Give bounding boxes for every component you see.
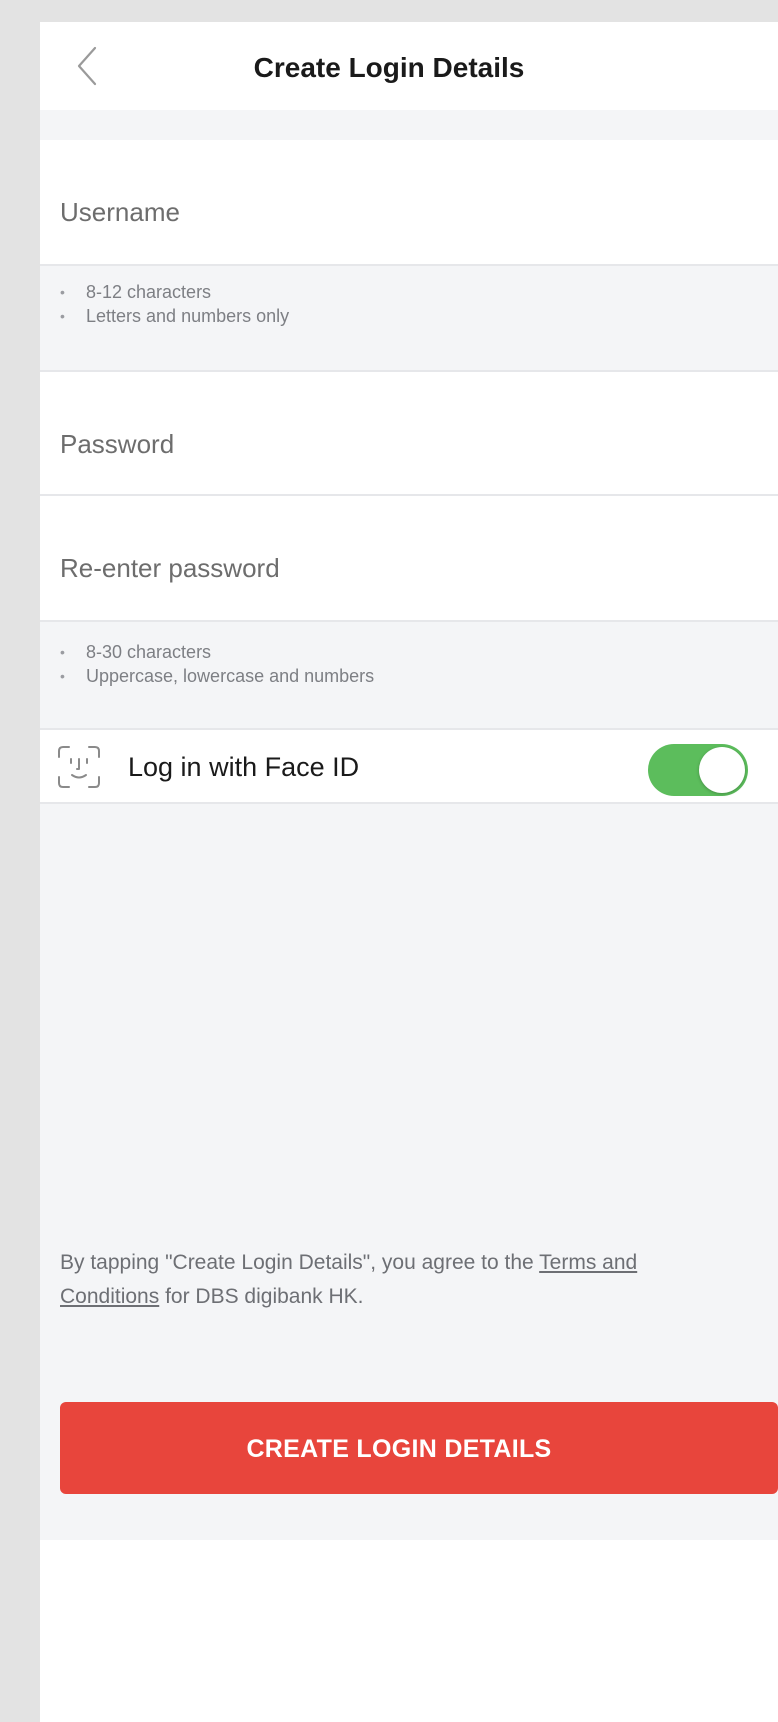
face-id-toggle[interactable] — [648, 744, 748, 796]
hint-text: Letters and numbers only — [86, 306, 290, 326]
bullet-icon: • — [60, 668, 65, 684]
create-login-details-button[interactable]: CREATE LOGIN DETAILS — [60, 1402, 778, 1494]
hint-item: • Uppercase, lowercase and numbers — [60, 664, 740, 688]
page-title: Create Login Details — [253, 52, 525, 83]
hint-text: 8-30 characters — [86, 642, 212, 662]
face-id-label: Log in with Face ID — [128, 752, 360, 782]
app-screen: Create Login Details • 8-12 characters •… — [40, 22, 778, 1722]
password-field-row — [40, 370, 778, 496]
face-id-icon — [58, 746, 100, 788]
toggle-knob — [699, 747, 745, 793]
username-hints: • 8-12 characters • Letters and numbers … — [60, 280, 740, 328]
bottom-bar — [40, 1540, 778, 1722]
reenter-password-field-row — [40, 496, 778, 622]
bullet-icon: • — [60, 308, 65, 324]
terms-notice: By tapping "Create Login Details", you a… — [60, 1246, 740, 1314]
hint-text: 8-12 characters — [86, 282, 212, 302]
terms-suffix: for DBS digibank HK. — [159, 1285, 364, 1308]
username-field-row — [40, 140, 778, 266]
face-id-row: Log in with Face ID — [40, 728, 778, 804]
hint-item: • Letters and numbers only — [60, 304, 740, 328]
bullet-icon: • — [60, 284, 65, 300]
hint-item: • 8-30 characters — [60, 640, 740, 664]
reenter-password-input[interactable] — [60, 526, 720, 610]
bullet-icon: • — [60, 644, 65, 660]
password-input[interactable] — [60, 402, 720, 486]
hint-item: • 8-12 characters — [60, 280, 740, 304]
terms-prefix: By tapping "Create Login Details", you a… — [60, 1251, 540, 1274]
username-input[interactable] — [60, 170, 720, 254]
password-hints: • 8-30 characters • Uppercase, lowercase… — [60, 640, 740, 688]
hint-text: Uppercase, lowercase and numbers — [86, 666, 375, 686]
navigation-bar: Create Login Details — [40, 22, 778, 110]
